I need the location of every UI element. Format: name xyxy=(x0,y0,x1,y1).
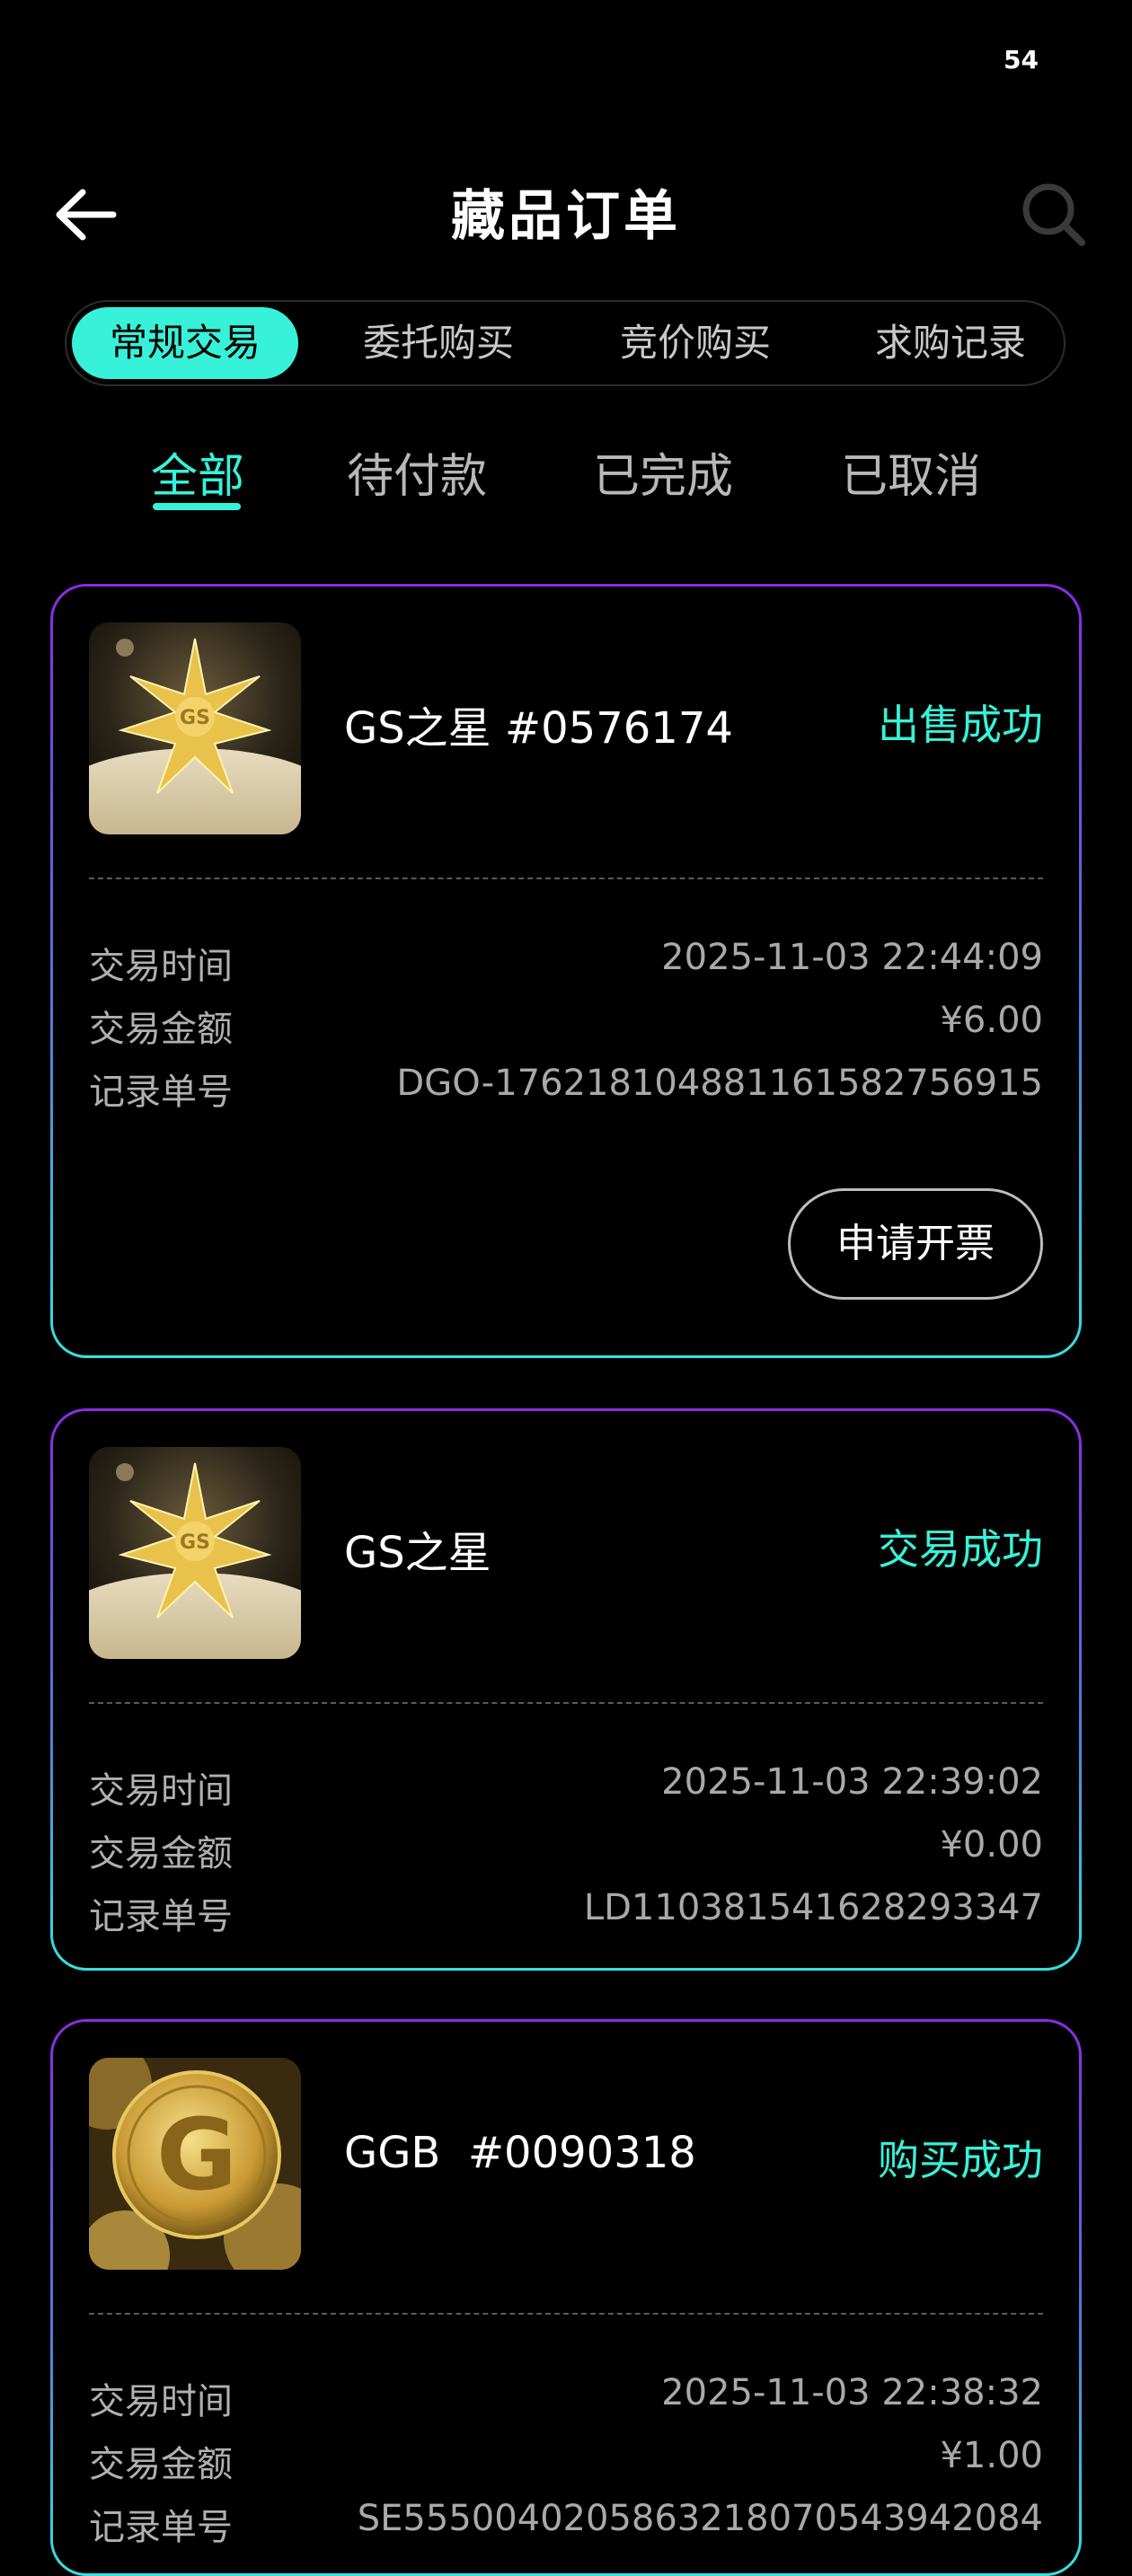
gold-coin-image: G xyxy=(89,2058,301,2270)
label-amount: 交易金额 xyxy=(89,2444,233,2485)
order-card[interactable]: GS GS之星 #0576174 出售成功 交易时间 2025-11-03 22… xyxy=(50,584,1082,1358)
detail-row-amount: 交易金额 ¥6.00 xyxy=(89,1000,1043,1050)
detail-row-amount: 交易金额 ¥0.00 xyxy=(89,1824,1043,1875)
label-amount: 交易金额 xyxy=(89,1833,233,1875)
collectible-thumbnail: G xyxy=(89,2058,301,2270)
label-record: 记录单号 xyxy=(89,2507,233,2548)
value-record: DGO-1762181048811615827569​15 xyxy=(396,1063,1043,1104)
status-badge: 交易成功 xyxy=(878,1525,1043,1574)
svg-text:GS: GS xyxy=(180,1531,210,1554)
value-time: 2025-11-03 22:39:02 xyxy=(661,1761,1043,1803)
label-record: 记录单号 xyxy=(89,1072,233,1113)
value-time: 2025-11-03 22:44:09 xyxy=(661,937,1043,978)
tab-bidding-purchase[interactable]: 竞价购买 xyxy=(582,307,809,379)
value-record: SE5550040205863218070543942084 xyxy=(357,2498,1043,2539)
label-time: 交易时间 xyxy=(89,946,233,987)
collectible-thumbnail: GS xyxy=(89,1447,301,1659)
search-icon[interactable] xyxy=(1019,180,1089,250)
detail-row-time: 交易时间 2025-11-03 22:39:02 xyxy=(89,1761,1043,1812)
status-bar: 54 xyxy=(0,0,1132,126)
status-badge: 出售成功 xyxy=(878,701,1043,749)
detail-row-record: 记录单号 LD110381541628293347 xyxy=(89,1887,1043,1937)
value-amount: ¥1.00 xyxy=(940,2435,1043,2476)
order-status-tabs: 全部 待付款 已完成 已取消 xyxy=(0,438,1132,510)
tab-entrusted-purchase[interactable]: 委托购买 xyxy=(325,307,552,379)
divider xyxy=(89,2313,1043,2315)
label-time: 交易时间 xyxy=(89,1770,233,1812)
value-record: LD110381541628293347 xyxy=(583,1887,1043,1928)
detail-row-record: 记录单号 DGO-1762181048811615827569​15 xyxy=(89,1063,1043,1113)
detail-row-amount: 交易金额 ¥1.00 xyxy=(89,2435,1043,2485)
label-amount: 交易金额 xyxy=(89,1009,233,1050)
trade-type-segmented-control: 常规交易 委托购买 竞价购买 求购记录 xyxy=(65,300,1066,386)
tab-wanted-records[interactable]: 求购记录 xyxy=(837,307,1064,379)
svg-text:G: G xyxy=(156,2097,237,2212)
detail-row-record: 记录单号 SE5550040205863218070543942084 xyxy=(89,2498,1043,2548)
label-record: 记录单号 xyxy=(89,1896,233,1937)
item-name: GS之星 #0576174 xyxy=(344,703,733,754)
value-time: 2025-11-03 22:38:32 xyxy=(661,2372,1043,2413)
status-badge: 购买成功 xyxy=(878,2136,1043,2184)
subtab-completed[interactable]: 已完成 xyxy=(593,438,733,506)
page-title: 藏品订单 xyxy=(451,185,681,248)
item-name: GS之星 xyxy=(344,1528,491,1578)
divider xyxy=(89,1702,1043,1704)
apply-invoice-button[interactable]: 申请开票 xyxy=(788,1188,1043,1300)
value-amount: ¥0.00 xyxy=(940,1824,1043,1866)
nav-header: 藏品订单 xyxy=(0,162,1132,260)
gold-star-image: GS xyxy=(89,622,301,834)
subtab-cancelled[interactable]: 已取消 xyxy=(841,438,981,506)
order-card[interactable]: G GGB #0090318 购买成功 交易时间 2025-11-03 22:3… xyxy=(50,2019,1082,2576)
gold-star-image: GS xyxy=(89,1447,301,1659)
subtab-all[interactable]: 全部 xyxy=(151,438,244,506)
battery-level: 54 xyxy=(1004,45,1039,75)
item-name: GGB #0090318 xyxy=(344,2128,696,2178)
active-tab-indicator xyxy=(153,503,241,510)
value-amount: ¥6.00 xyxy=(940,1000,1043,1041)
detail-row-time: 交易时间 2025-11-03 22:38:32 xyxy=(89,2372,1043,2422)
order-card[interactable]: GS GS之星 交易成功 交易时间 2025-11-03 22:39:02 交易… xyxy=(50,1408,1082,1971)
label-time: 交易时间 xyxy=(89,2381,233,2422)
divider xyxy=(89,878,1043,879)
subtab-pending-payment[interactable]: 待付款 xyxy=(347,438,487,506)
tab-regular-trade[interactable]: 常规交易 xyxy=(72,307,298,379)
collectible-thumbnail: GS xyxy=(89,622,301,834)
svg-text:GS: GS xyxy=(180,707,210,729)
detail-row-time: 交易时间 2025-11-03 22:44:09 xyxy=(89,937,1043,987)
